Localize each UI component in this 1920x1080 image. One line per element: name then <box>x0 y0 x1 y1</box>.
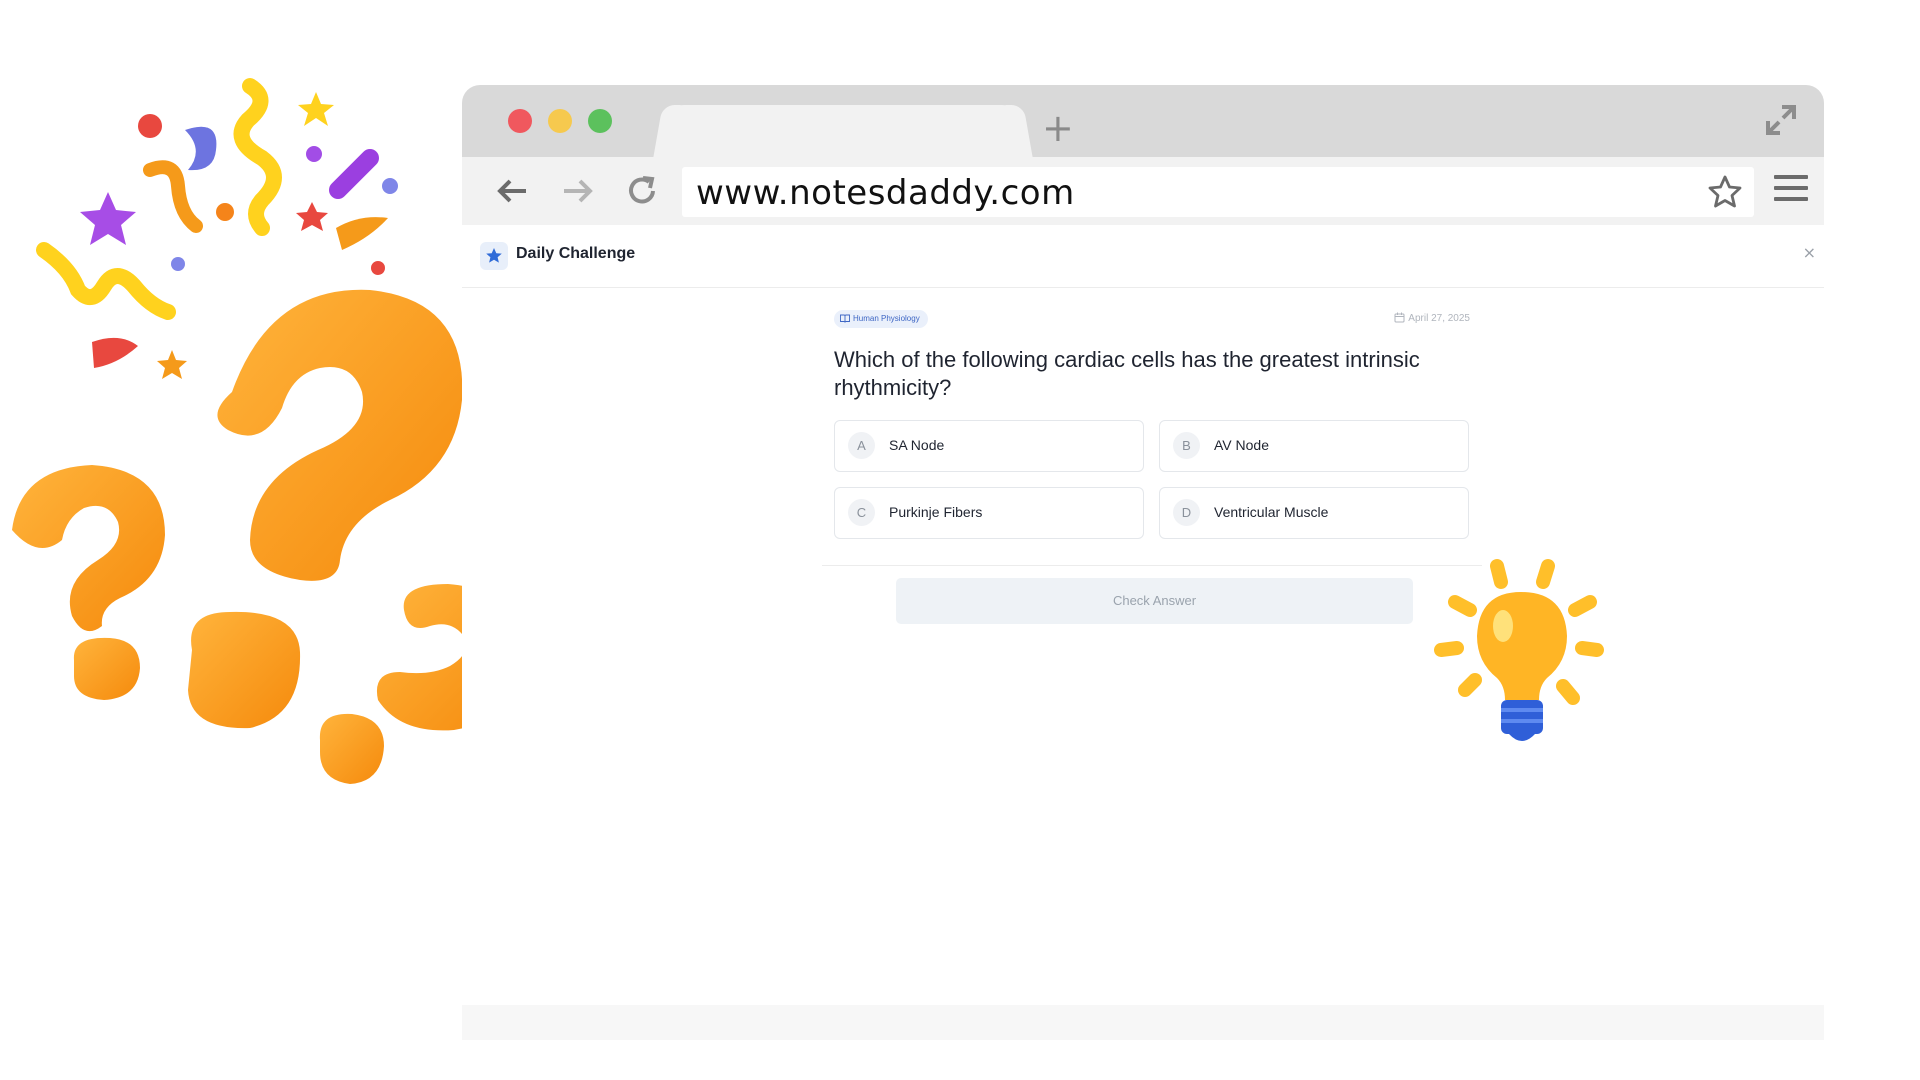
topic-label: Human Physiology <box>853 314 920 323</box>
forward-arrow-icon[interactable] <box>558 171 598 211</box>
confetti-yellow-star <box>298 92 334 126</box>
confetti-yellow-ribbon <box>233 78 282 236</box>
new-tab-icon[interactable]: + <box>1042 109 1074 147</box>
browser-toolbar: www.notesdaddy.com <box>462 157 1824 225</box>
star-badge-icon <box>480 242 508 270</box>
calendar-icon <box>1394 312 1405 323</box>
confetti-red-ball <box>371 261 385 275</box>
hamburger-menu-icon[interactable] <box>1774 175 1808 205</box>
option-label: SA Node <box>889 437 945 453</box>
title-bar: + <box>462 85 1824 157</box>
confetti-orange-ribbon <box>143 160 203 233</box>
date-label: April 27, 2025 <box>1408 313 1470 324</box>
question-mark-left <box>12 465 165 632</box>
confetti-orange-ribbon <box>336 217 388 250</box>
option-c[interactable]: C Purkinje Fibers <box>834 487 1144 539</box>
page-title: Daily Challenge <box>516 245 636 262</box>
confetti-purple-stroke <box>329 149 379 199</box>
star-bookmark-icon[interactable] <box>1706 173 1744 211</box>
minimize-window-dot[interactable] <box>548 109 572 133</box>
confetti-red-ball <box>138 114 162 138</box>
close-icon[interactable]: × <box>1803 243 1816 262</box>
question-mark-large-dot <box>188 611 301 729</box>
check-answer-button[interactable]: Check Answer <box>896 578 1413 624</box>
confetti-red-star <box>296 202 328 231</box>
expand-icon[interactable] <box>1762 101 1800 139</box>
lightbulb-icon <box>1434 559 1604 741</box>
option-d[interactable]: D Ventricular Muscle <box>1159 487 1469 539</box>
option-a[interactable]: A SA Node <box>834 420 1144 472</box>
browser-tab[interactable] <box>668 105 1018 157</box>
confetti-blue-ball <box>382 178 398 194</box>
option-letter: B <box>1173 432 1200 459</box>
bottom-strip <box>462 1005 1824 1040</box>
browser-window: + www.notesdaddy.com Daily Challenge × H… <box>462 85 1824 1040</box>
confetti-blue-crescent <box>185 126 217 171</box>
divider <box>822 565 1482 566</box>
option-letter: C <box>848 499 875 526</box>
back-arrow-icon[interactable] <box>492 171 532 211</box>
topic-badge: Human Physiology <box>834 310 928 328</box>
question-mark-right-dot <box>319 713 384 784</box>
option-label: Ventricular Muscle <box>1214 504 1329 520</box>
app-header: Daily Challenge × <box>462 225 1824 288</box>
close-window-dot[interactable] <box>508 109 532 133</box>
book-icon <box>840 314 850 323</box>
option-label: AV Node <box>1214 437 1269 453</box>
url-text[interactable]: www.notesdaddy.com <box>696 171 1075 215</box>
confetti-purple-ball <box>306 146 322 162</box>
confetti-orange-ball <box>216 203 234 221</box>
option-letter: D <box>1173 499 1200 526</box>
reload-icon[interactable] <box>622 171 662 211</box>
question-mark-left-dot <box>73 637 140 700</box>
confetti-purple-star <box>80 192 136 245</box>
confetti-blue-ball <box>171 257 185 271</box>
option-letter: A <box>848 432 875 459</box>
confetti-orange-star <box>157 350 187 379</box>
option-b[interactable]: B AV Node <box>1159 420 1469 472</box>
confetti-yellow-ribbon <box>36 242 176 320</box>
question-mark-large <box>217 289 463 581</box>
maximize-window-dot[interactable] <box>588 109 612 133</box>
confetti-red-chip <box>92 337 138 368</box>
question-text: Which of the following cardiac cells has… <box>834 347 1420 400</box>
question-date: April 27, 2025 <box>1394 312 1470 324</box>
address-bar[interactable]: www.notesdaddy.com <box>682 167 1754 217</box>
option-label: Purkinje Fibers <box>889 504 983 520</box>
